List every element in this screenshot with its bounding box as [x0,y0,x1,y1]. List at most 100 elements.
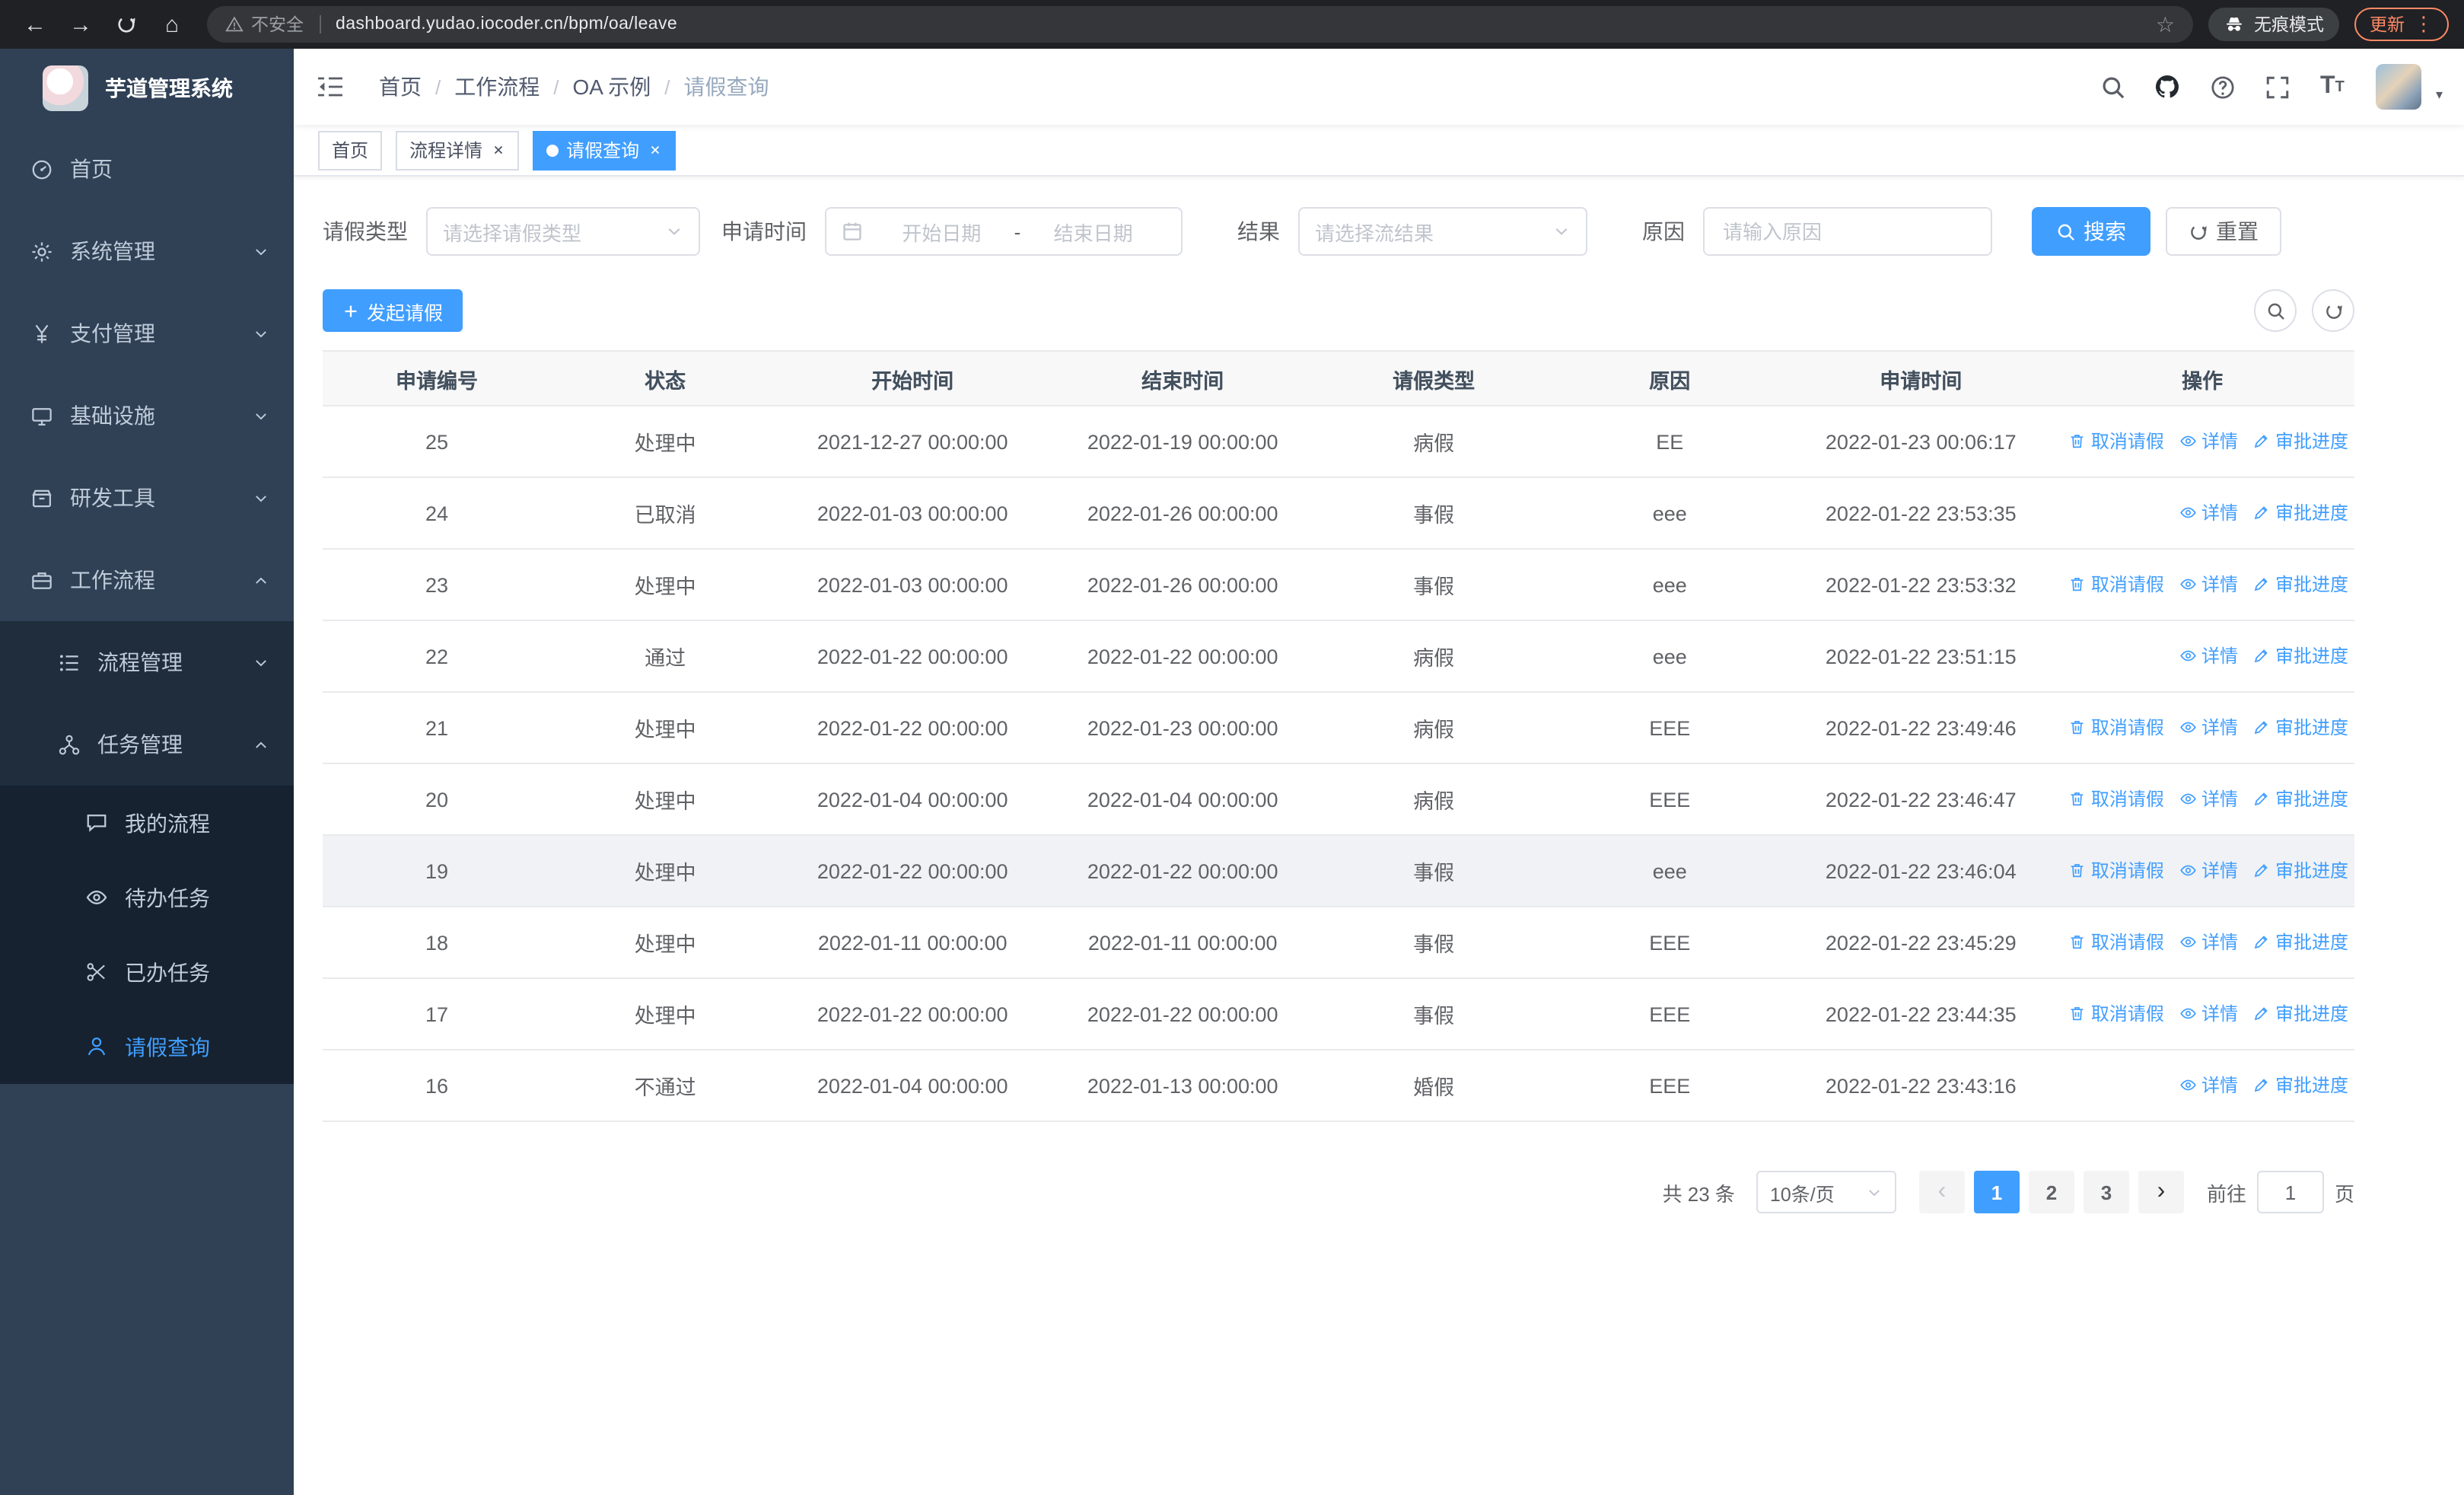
detail-link[interactable]: 详情 [2179,786,2238,812]
table-row-22[interactable]: 22 通过 2022-01-22 00:00:00 2022-01-22 00:00:… [323,620,2354,693]
breadcrumb-workflow[interactable]: 工作流程 [454,72,540,102]
column-header-1[interactable]: 状态 [551,350,780,406]
breadcrumb-oa-example[interactable]: OA 示例 [573,72,651,102]
reset-button[interactable]: 重置 [2166,207,2281,256]
home-button[interactable]: ⌂ [152,5,192,44]
table-row-20[interactable]: 20 处理中 2022-01-04 00:00:00 2022-01-04 00:00… [323,763,2354,836]
github-button[interactable] [2145,62,2191,111]
reason-input[interactable] [1703,207,1992,256]
sidebar-item-0[interactable]: 首页 [0,128,294,210]
cancel-leave-link[interactable]: 取消请假 [2069,572,2164,598]
column-header-4[interactable]: 请假类型 [1320,350,1549,406]
toggle-search-button[interactable] [2254,289,2297,332]
chevron-down-icon[interactable]: ▾ [2436,87,2443,104]
sidebar-item-7[interactable]: 任务管理 [0,703,294,786]
detail-link[interactable]: 详情 [2179,572,2238,598]
tab-0[interactable]: 首页 [318,130,383,170]
leave-type-select[interactable]: 请选择请假类型 [426,207,700,256]
goto-page-input[interactable] [2256,1171,2324,1213]
table-row-17[interactable]: 17 处理中 2022-01-22 00:00:00 2022-01-22 00:00… [323,978,2354,1050]
cancel-leave-link[interactable]: 取消请假 [2069,429,2164,454]
next-page-button[interactable]: › [2138,1171,2184,1213]
header-search-button[interactable] [2090,62,2136,111]
page-button-1[interactable]: 1 [1973,1171,2020,1213]
cancel-leave-link[interactable]: 取消请假 [2069,858,2164,884]
create-leave-button[interactable]: 发起请假 [323,289,463,332]
column-header-5[interactable]: 原因 [1548,350,1792,406]
bookmark-star-icon[interactable]: ☆ [2156,11,2175,37]
app-logo[interactable]: 芋道管理系统 [0,49,294,128]
result-select[interactable]: 请选择流结果 [1298,207,1587,256]
approval-progress-link[interactable]: 审批进度 [2253,929,2348,955]
page-button-2[interactable]: 2 [2028,1171,2074,1213]
help-button[interactable] [2200,62,2246,111]
sidebar-item-8[interactable]: 我的流程 [0,786,294,860]
sidebar-item-3[interactable]: 基础设施 [0,375,294,457]
user-avatar[interactable] [2376,64,2422,110]
table-row-25[interactable]: 25 处理中 2021-12-27 00:00:00 2022-01-19 00:00… [323,406,2354,478]
browser-menu-update-button[interactable]: 更新 ⋮ [2354,8,2449,41]
cancel-leave-link[interactable]: 取消请假 [2069,786,2164,812]
detail-link[interactable]: 详情 [2179,429,2238,454]
cancel-leave-link[interactable]: 取消请假 [2069,715,2164,741]
detail-link[interactable]: 详情 [2179,1073,2238,1098]
sidebar-item-9[interactable]: 待办任务 [0,860,294,935]
close-icon[interactable] [648,143,662,157]
font-size-button[interactable]: TT [2310,62,2355,111]
column-header-2[interactable]: 开始时间 [779,350,1046,406]
fullscreen-button[interactable] [2255,62,2300,111]
prev-page-button[interactable]: ‹ [1918,1171,1965,1213]
approval-progress-link[interactable]: 审批进度 [2253,858,2348,884]
address-bar[interactable]: 不安全 dashboard.yudao.iocoder.cn/bpm/oa/le… [207,6,2193,43]
table-row-24[interactable]: 24 已取消 2022-01-03 00:00:00 2022-01-26 00:00… [323,477,2354,550]
approval-progress-link[interactable]: 审批进度 [2253,572,2348,598]
sidebar-item-1[interactable]: 系统管理 [0,210,294,292]
approval-progress-link[interactable]: 审批进度 [2253,500,2348,526]
table-row-21[interactable]: 21 处理中 2022-01-22 00:00:00 2022-01-23 00:00… [323,692,2354,764]
tab-1[interactable]: 流程详情 [396,130,520,170]
detail-link[interactable]: 详情 [2179,929,2238,955]
sidebar-collapse-button[interactable] [294,49,367,125]
refresh-table-button[interactable] [2312,289,2354,332]
cancel-leave-link[interactable]: 取消请假 [2069,929,2164,955]
detail-link[interactable]: 详情 [2179,1001,2238,1027]
table-row-19[interactable]: 19 处理中 2022-01-22 00:00:00 2022-01-22 00:00… [323,835,2354,907]
sidebar-item-2[interactable]: 支付管理 [0,292,294,375]
approval-progress-link[interactable]: 审批进度 [2253,643,2348,669]
sidebar-item-4[interactable]: 研发工具 [0,457,294,539]
approval-progress-link[interactable]: 审批进度 [2253,786,2348,812]
cancel-leave-link[interactable]: 取消请假 [2069,1001,2164,1027]
approval-progress-link[interactable]: 审批进度 [2253,1001,2348,1027]
sidebar-item-5[interactable]: 工作流程 [0,539,294,621]
column-header-0[interactable]: 申请编号 [323,350,552,406]
security-status[interactable]: 不安全 [225,12,304,37]
reload-button[interactable] [107,5,146,44]
sidebar-item-11[interactable]: 请假查询 [0,1009,294,1084]
detail-link[interactable]: 详情 [2179,858,2238,884]
back-button[interactable]: ← [15,5,55,44]
approval-progress-link[interactable]: 审批进度 [2253,1073,2348,1098]
cell-apply-time: 2022-01-22 23:44:35 [1791,978,2051,1050]
table-row-16[interactable]: 16 不通过 2022-01-04 00:00:00 2022-01-13 00:00… [323,1050,2354,1122]
search-button[interactable]: 搜索 [2032,207,2150,256]
table-row-18[interactable]: 18 处理中 2022-01-11 00:00:00 2022-01-11 00:00… [323,907,2354,979]
forward-button[interactable]: → [61,5,100,44]
page-button-3[interactable]: 3 [2083,1171,2129,1213]
sidebar-item-6[interactable]: 流程管理 [0,621,294,703]
approval-progress-link[interactable]: 审批进度 [2253,715,2348,741]
breadcrumb-home[interactable]: 首页 [379,72,422,102]
cell-end-time: 2022-01-13 00:00:00 [1046,1050,1320,1122]
approval-progress-link[interactable]: 审批进度 [2253,429,2348,454]
detail-link[interactable]: 详情 [2179,643,2238,669]
sidebar-item-10[interactable]: 已办任务 [0,935,294,1009]
column-header-6[interactable]: 申请时间 [1791,350,2051,406]
apply-time-range-picker[interactable]: 开始日期 - 结束日期 [825,207,1183,256]
tab-2[interactable]: 请假查询 [533,130,676,170]
page-size-select[interactable]: 10条/页 [1756,1171,1896,1213]
detail-link[interactable]: 详情 [2179,500,2238,526]
column-header-3[interactable]: 结束时间 [1046,350,1320,406]
detail-link[interactable]: 详情 [2179,715,2238,741]
table-row-23[interactable]: 23 处理中 2022-01-03 00:00:00 2022-01-26 00:00… [323,549,2354,621]
close-icon[interactable] [492,143,505,157]
column-header-7[interactable]: 操作 [2050,350,2354,406]
